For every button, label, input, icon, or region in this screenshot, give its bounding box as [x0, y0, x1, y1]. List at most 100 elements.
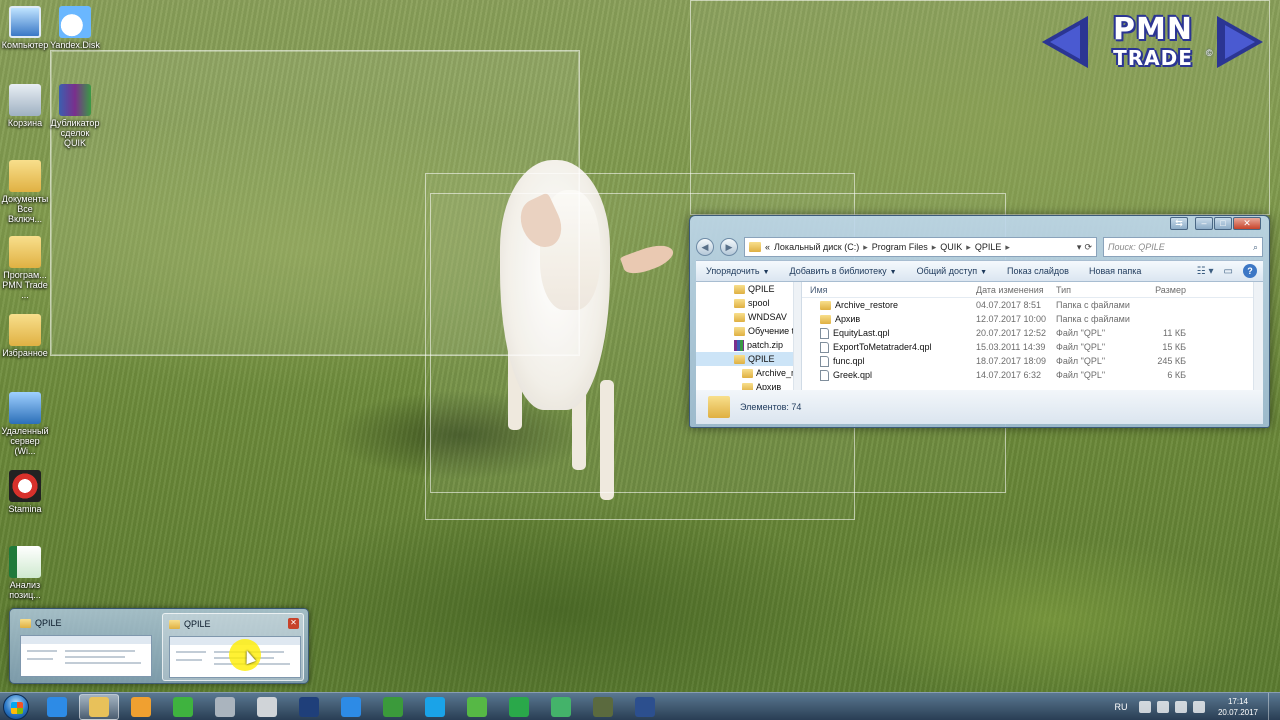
taskbar-button-photoshop[interactable]: [289, 694, 329, 720]
breadcrumb-separator-icon[interactable]: ▸: [863, 242, 868, 253]
desktop-icon-documents[interactable]: Документы Все Включ...: [0, 160, 50, 224]
file-size: 15 КБ: [1162, 342, 1186, 352]
file-row[interactable]: Greek.qpl 14.07.2017 6:32 Файл "QPL" 6 КБ: [802, 368, 1263, 382]
taskbar-button-torch-app[interactable]: [583, 694, 623, 720]
search-input[interactable]: Поиск: QPILE ⌕: [1103, 237, 1263, 257]
taskbar-button-upload-app[interactable]: [163, 694, 203, 720]
breadcrumb-separator-icon[interactable]: ▸: [1005, 242, 1010, 253]
nav-tree-item[interactable]: Архив: [696, 380, 801, 390]
file-row[interactable]: EquityLast.qpl 20.07.2017 12:52 Файл "QPL"…: [802, 326, 1263, 340]
nav-pane-scrollbar[interactable]: [793, 282, 801, 390]
thumbnail-title: QPILE: [35, 618, 62, 628]
language-indicator[interactable]: RU: [1106, 702, 1136, 712]
desktop-icon-yandex-disk[interactable]: Yandex.Disk: [50, 6, 100, 50]
photoshop-icon: [299, 697, 319, 717]
file-type: Папка с файлами: [1056, 300, 1130, 310]
taskbar: RU 17:14 20.07.2017: [0, 692, 1280, 720]
desktop-icon-favorites[interactable]: Избранное: [0, 314, 50, 358]
share-button[interactable]: Общий доступ ▼: [907, 266, 997, 276]
file-list-scrollbar[interactable]: [1253, 282, 1263, 390]
search-icon[interactable]: ⌕: [1253, 242, 1258, 253]
breadcrumb-separator-icon[interactable]: ▸: [966, 242, 971, 253]
column-header-name[interactable]: Имя: [802, 285, 976, 295]
nav-tree-item[interactable]: spool: [696, 296, 801, 310]
desktop-icon-duplicator[interactable]: Дубликатор сделок QUIK: [50, 84, 100, 148]
show-desktop-button[interactable]: [1268, 693, 1280, 720]
clock[interactable]: 17:14 20.07.2017: [1208, 696, 1268, 718]
taskbar-button-skype[interactable]: [415, 694, 455, 720]
taskbar-button-tools-app[interactable]: [205, 694, 245, 720]
desktop-icon-computer[interactable]: Компьютер: [0, 6, 50, 50]
refresh-icon[interactable]: ⟳: [1084, 242, 1092, 253]
file-row[interactable]: Archive_restore 04.07.2017 8:51 Папка с фа…: [802, 298, 1263, 312]
taskbar-button-quik-terminal[interactable]: [625, 694, 665, 720]
back-button[interactable]: ◀: [696, 238, 714, 256]
nav-tree-label: Обучение t: [748, 326, 795, 336]
view-options-icon[interactable]: ☷ ▾: [1197, 266, 1214, 277]
breadcrumb-item-disk[interactable]: Локальный диск (C:): [774, 242, 859, 252]
desktop-icon-programs[interactable]: Програм... PMN Trade ...: [0, 236, 50, 300]
desktop-icon-stamina[interactable]: Stamina: [0, 470, 50, 514]
address-dropdown-icon[interactable]: ▾: [1077, 242, 1082, 253]
folder-icon: [734, 312, 745, 322]
nav-tree-item[interactable]: Archive_r: [696, 366, 801, 380]
column-header-type[interactable]: Тип: [1056, 285, 1146, 295]
taskbar-button-media-app[interactable]: [121, 694, 161, 720]
skype-icon: [425, 697, 445, 717]
start-button[interactable]: [3, 694, 29, 720]
desktop-icon-recycle-bin[interactable]: Корзина: [0, 84, 50, 128]
upload-app-icon: [173, 697, 193, 717]
column-header-date[interactable]: Дата изменения: [976, 285, 1056, 295]
desktop-icon-position-analysis[interactable]: Анализ позиц...: [0, 546, 50, 600]
file-row[interactable]: ExportToMetatrader4.qpl 15.03.2011 14:39 Ф…: [802, 340, 1263, 354]
nav-tree-item[interactable]: Обучение t: [696, 324, 801, 338]
nav-tree-item[interactable]: WNDSAV: [696, 310, 801, 324]
network-icon[interactable]: [1175, 701, 1187, 713]
nav-tree-item[interactable]: QPILE: [696, 352, 801, 366]
nav-tree-item[interactable]: QPILE: [696, 282, 801, 296]
taskbar-button-utorrent[interactable]: [457, 694, 497, 720]
taskbar-button-windows-explorer[interactable]: [79, 694, 119, 720]
thumbnail-close-button[interactable]: ✕: [288, 618, 299, 629]
document-icon: [820, 355, 829, 367]
slideshow-button[interactable]: Показ слайдов: [997, 266, 1079, 276]
action-center-icon[interactable]: [1193, 701, 1205, 713]
taskbar-button-printer-app[interactable]: [247, 694, 287, 720]
file-row[interactable]: func.qpl 18.07.2017 18:09 Файл "QPL" 245 КБ: [802, 354, 1263, 368]
desktop-icon-remote-server[interactable]: Удаленный сервер (Wi...: [0, 392, 50, 456]
command-bar: Упорядочить ▼ Добавить в библиотеку ▼ Общи…: [696, 260, 1263, 282]
file-row[interactable]: Архив 12.07.2017 10:00 Папка с файлами: [802, 312, 1263, 326]
volume-icon[interactable]: [1157, 701, 1169, 713]
explorer-window[interactable]: ⇆ – □ ✕ ◀ ▶ « Локальный диск (C:) ▸ Prog…: [689, 215, 1270, 428]
address-bar[interactable]: « Локальный диск (C:) ▸ Program Files ▸ …: [744, 237, 1097, 257]
internet-explorer-icon: [47, 697, 67, 717]
nav-tree-item[interactable]: patch.zip: [696, 338, 801, 352]
taskbar-button-chart-app[interactable]: [373, 694, 413, 720]
column-header-size[interactable]: Размер: [1146, 285, 1186, 295]
taskbar-button-media-player[interactable]: [331, 694, 371, 720]
close-button[interactable]: ✕: [1233, 217, 1261, 230]
taskbar-button-quik-green-2[interactable]: [541, 694, 581, 720]
help-icon[interactable]: ?: [1243, 264, 1257, 278]
restore-arrows-icon[interactable]: ⇆: [1170, 217, 1188, 230]
folder-icon: [820, 300, 831, 310]
tray-arrow-icon[interactable]: [1139, 701, 1151, 713]
preview-pane-icon[interactable]: ▭: [1224, 266, 1233, 277]
window-thumbnail[interactable]: QPILE: [14, 613, 156, 681]
chevron-down-icon: ▼: [980, 269, 987, 276]
add-to-library-button[interactable]: Добавить в библиотеку ▼: [780, 266, 907, 276]
nav-tree-label: Archive_r: [756, 368, 795, 378]
minimize-button[interactable]: –: [1195, 217, 1213, 230]
breadcrumb-item-program-files[interactable]: Program Files: [872, 242, 928, 252]
file-date: 18.07.2017 18:09: [976, 356, 1047, 366]
taskbar-button-internet-explorer[interactable]: [37, 694, 77, 720]
breadcrumb-item-quik[interactable]: QUIK: [940, 242, 962, 252]
taskbar-button-quik-green[interactable]: [499, 694, 539, 720]
new-folder-button[interactable]: Новая папка: [1079, 266, 1151, 276]
breadcrumb-item-qpile[interactable]: QPILE: [975, 242, 1002, 252]
maximize-button[interactable]: □: [1214, 217, 1232, 230]
breadcrumb-overflow[interactable]: «: [765, 242, 770, 252]
organize-button[interactable]: Упорядочить ▼: [696, 266, 780, 276]
forward-button[interactable]: ▶: [720, 238, 738, 256]
breadcrumb-separator-icon[interactable]: ▸: [932, 242, 937, 253]
